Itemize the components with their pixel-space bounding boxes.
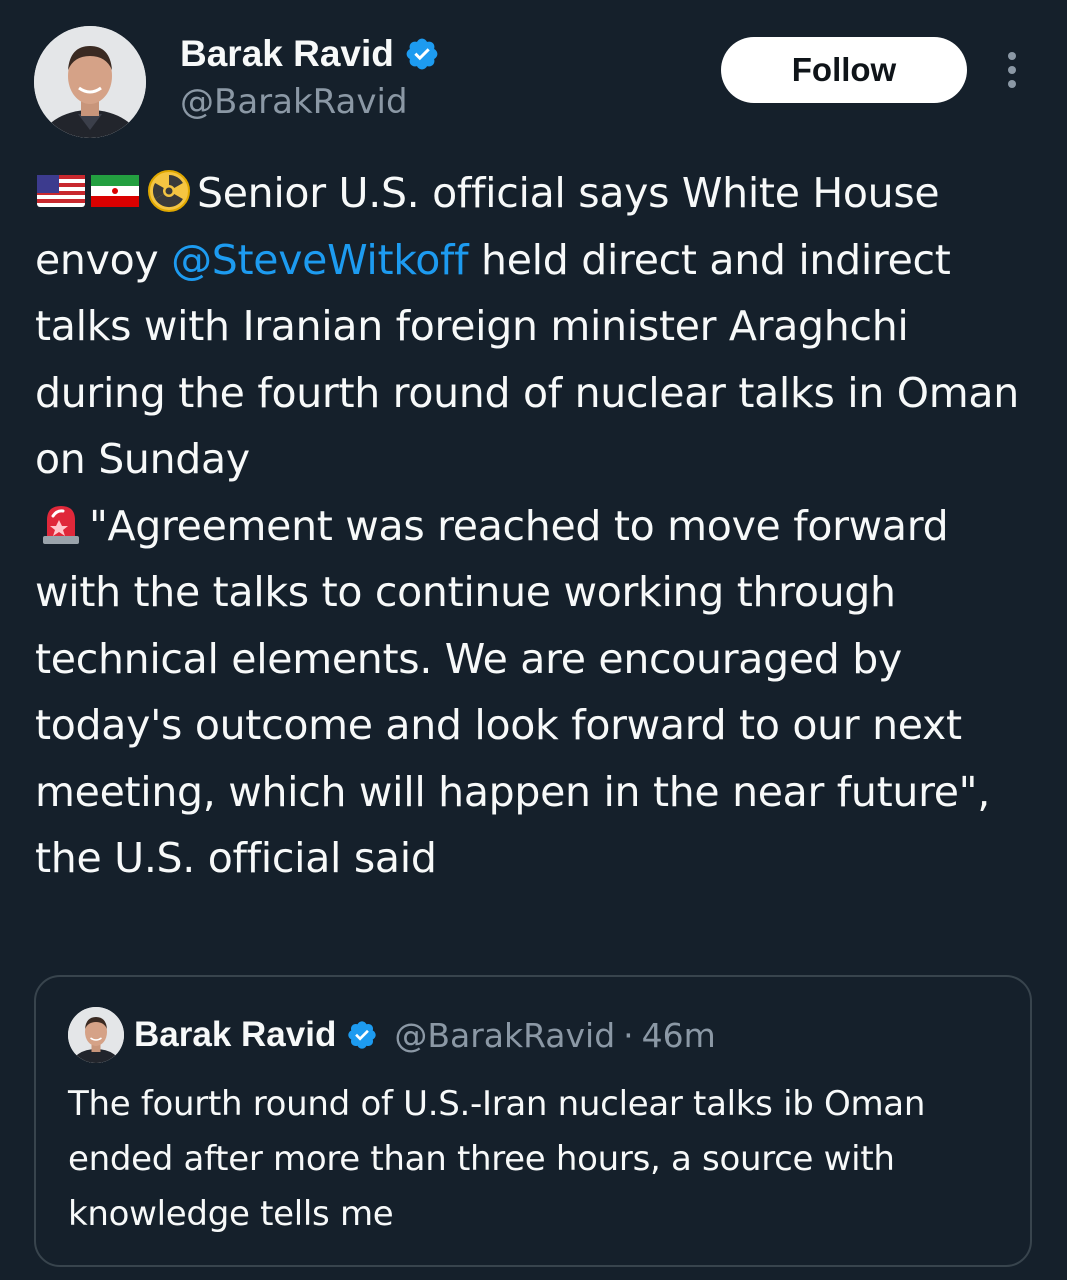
author-info: Barak Ravid @BarakRavid <box>180 32 440 122</box>
quoted-tweet-meta: @BarakRavid · 46m <box>394 1016 715 1055</box>
police-light-emoji <box>35 502 87 546</box>
author-avatar[interactable] <box>34 26 146 138</box>
author-display-name[interactable]: Barak Ravid <box>180 33 394 75</box>
quoted-tweet-header: Barak Ravid @BarakRavid · 46m <box>68 1007 716 1063</box>
verified-badge-icon <box>348 1021 376 1049</box>
verified-badge-icon <box>406 38 438 70</box>
mention-link[interactable]: @SteveWitkoff <box>171 236 469 284</box>
quoted-tweet-text: The fourth round of U.S.-Iran nuclear ta… <box>68 1084 926 1234</box>
radioactive-emoji <box>143 169 195 213</box>
more-options-icon[interactable] <box>1000 50 1024 90</box>
quoted-author-handle[interactable]: @BarakRavid <box>394 1016 615 1055</box>
iran-flag-emoji <box>89 169 141 213</box>
tweet-text-part3: "Agreement was reached to move forward w… <box>35 501 1003 883</box>
quoted-author-display-name[interactable]: Barak Ravid <box>134 1015 336 1055</box>
quoted-tweet-card[interactable]: Barak Ravid @BarakRavid · 46m The fourth… <box>34 975 1032 1267</box>
author-handle[interactable]: @BarakRavid <box>180 82 440 122</box>
quoted-author-avatar[interactable] <box>68 1007 124 1063</box>
follow-button[interactable]: Follow <box>721 37 967 103</box>
meta-separator: · <box>623 1015 634 1055</box>
tweet-body: Senior U.S. official says White House en… <box>35 160 1035 892</box>
us-flag-emoji <box>35 169 87 213</box>
quoted-tweet-timestamp[interactable]: 46m <box>642 1016 716 1055</box>
